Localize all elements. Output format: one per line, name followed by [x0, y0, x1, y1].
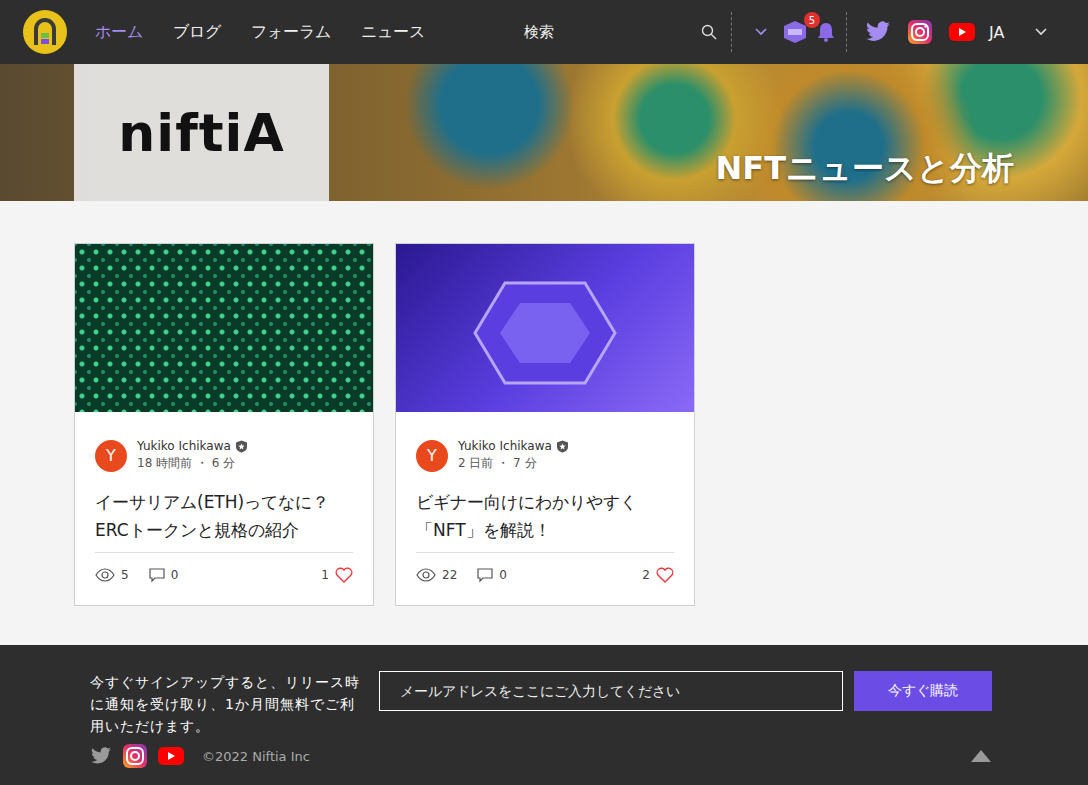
author-row: Y Yukiko Ichikawa 18 時間前 ・ 6 分 — [95, 439, 353, 472]
banner-title: NFTニュースと分析 — [716, 147, 1014, 191]
post-list: Y Yukiko Ichikawa 18 時間前 ・ 6 分イーサリアム(ETH)っ… — [0, 201, 1088, 645]
post-body: Y Yukiko Ichikawa 18 時間前 ・ 6 分イーサリアム(ETH)っ… — [75, 412, 373, 605]
eye-icon — [95, 568, 115, 582]
view-count: 5 — [121, 568, 129, 582]
twitter-icon[interactable] — [90, 747, 112, 765]
author-info: Yukiko Ichikawa 18 時間前 ・ 6 分 — [137, 439, 248, 472]
author-line: Yukiko Ichikawa — [458, 439, 569, 453]
instagram-icon[interactable] — [122, 743, 148, 769]
card-divider — [95, 552, 353, 553]
notifications[interactable]: 5 — [816, 21, 836, 43]
nav-link[interactable]: ブログ — [173, 22, 221, 43]
nav-link[interactable]: フォーラム — [251, 22, 331, 43]
admin-badge-icon — [235, 440, 248, 453]
author-name[interactable]: Yukiko Ichikawa — [458, 439, 552, 453]
author-name[interactable]: Yukiko Ichikawa — [137, 439, 231, 453]
comment-icon[interactable] — [477, 568, 493, 583]
youtube-icon[interactable] — [949, 23, 975, 41]
chevron-down-icon[interactable] — [754, 27, 768, 37]
brand-logo: niftiA — [74, 64, 329, 201]
back-to-top-icon[interactable] — [970, 749, 992, 763]
nav-links: ホーム ブログ フォーラム ニュース — [95, 22, 425, 43]
author-line: Yukiko Ichikawa — [137, 439, 248, 453]
search-box[interactable]: 検索 — [471, 23, 721, 42]
like-count: 1 — [321, 568, 329, 582]
post-title[interactable]: ビギナー向けにわかりやすく「NFT」を解説！ — [416, 488, 674, 544]
comment-count: 0 — [171, 568, 179, 582]
bell-icon[interactable] — [816, 21, 836, 43]
post-image[interactable] — [75, 244, 373, 412]
heart-icon[interactable] — [335, 567, 353, 583]
post-body: Y Yukiko Ichikawa 2 日前 ・ 7 分ビギナー向けにわかりやすく「… — [396, 412, 694, 605]
post-title[interactable]: イーサリアム(ETH)ってなに？ERCトークンと規格の紹介 — [95, 488, 353, 544]
twitter-icon[interactable] — [865, 21, 891, 43]
post-card[interactable]: Y Yukiko Ichikawa 2 日前 ・ 7 分ビギナー向けにわかりやすく「… — [395, 243, 695, 606]
search-icon[interactable] — [701, 24, 717, 40]
eye-icon — [416, 568, 436, 582]
nav-link[interactable]: ホーム — [95, 22, 143, 43]
nav-link[interactable]: ニュース — [361, 22, 425, 43]
hero-banner: niftiA NFTニュースと分析 — [0, 64, 1088, 201]
email-input[interactable] — [379, 671, 843, 711]
post-meta: 2 日前 ・ 7 分 — [458, 455, 569, 472]
post-meta: 18 時間前 ・ 6 分 — [137, 455, 248, 472]
site-logo-icon[interactable] — [22, 9, 68, 55]
post-card[interactable]: Y Yukiko Ichikawa 18 時間前 ・ 6 分イーサリアム(ETH)っ… — [74, 243, 374, 606]
post-stats: 5 0 1 — [95, 567, 353, 583]
instagram-icon[interactable] — [907, 19, 933, 45]
signup-text: 今すぐサインアップすると、リリース時に通知を受け取り、1か月間無料でご利用いただ… — [90, 671, 366, 737]
top-nav: ホーム ブログ フォーラム ニュース 検索 5 JA — [0, 0, 1088, 64]
brand-logo-text: niftiA — [118, 103, 284, 163]
admin-badge-icon — [556, 440, 569, 453]
signup-row: 今すぐサインアップすると、リリース時に通知を受け取り、1か月間無料でご利用いただ… — [90, 671, 1000, 737]
post-stats: 22 0 2 — [416, 567, 674, 583]
youtube-icon[interactable] — [158, 747, 184, 765]
post-image[interactable] — [396, 244, 694, 412]
notification-badge: 5 — [804, 12, 820, 28]
search-label: 検索 — [524, 23, 554, 42]
copyright: ©2022 Niftia Inc — [202, 749, 310, 764]
chevron-down-icon[interactable] — [1034, 27, 1048, 37]
nav-divider — [731, 12, 732, 52]
author-avatar[interactable]: Y — [416, 440, 448, 472]
author-row: Y Yukiko Ichikawa 2 日前 ・ 7 分 — [416, 439, 674, 472]
subscribe-button[interactable]: 今すぐ購読 — [854, 671, 992, 711]
author-info: Yukiko Ichikawa 2 日前 ・ 7 分 — [458, 439, 569, 472]
footer: 今すぐサインアップすると、リリース時に通知を受け取り、1か月間無料でご利用いただ… — [0, 645, 1088, 785]
nav-divider — [846, 12, 847, 52]
page: ホーム ブログ フォーラム ニュース 検索 5 JA niftiA NFTニュースと分析 Y Yuk… — [0, 0, 1088, 785]
like-count: 2 — [642, 568, 650, 582]
heart-icon[interactable] — [656, 567, 674, 583]
card-divider — [416, 552, 674, 553]
view-count: 22 — [442, 568, 457, 582]
comment-icon[interactable] — [149, 568, 165, 583]
author-avatar[interactable]: Y — [95, 440, 127, 472]
comment-count: 0 — [499, 568, 507, 582]
footer-bottom: ©2022 Niftia Inc — [90, 743, 1000, 769]
language-selector[interactable]: JA — [989, 23, 1004, 42]
